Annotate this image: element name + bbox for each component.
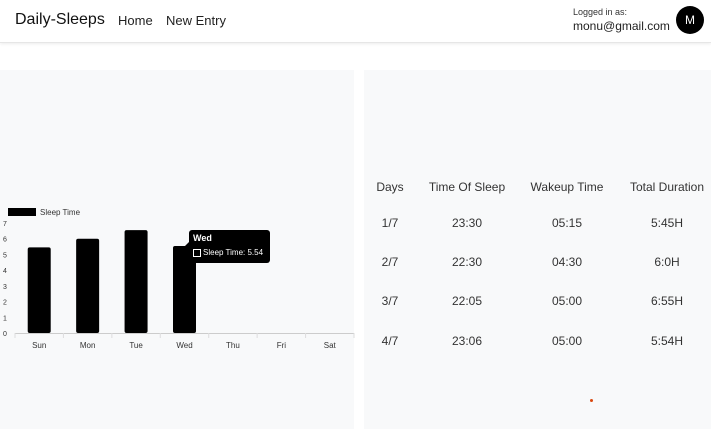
loading-dot [590,399,593,402]
bar-tue [124,230,148,333]
x-tick-label: Sun [32,341,46,350]
tooltip-caret [185,242,189,250]
table-cell: 6:0H [654,255,680,269]
table-header-cell: Total Duration [629,180,705,194]
bar-sun [27,247,51,333]
y-tick-label: 1 [3,315,7,322]
sleep-bar-chart: Sleep Time01234567Sun Mon Tue Wed Thu Fri Sat [3,208,355,350]
x-tick-label: Wed [176,341,192,350]
chart-tooltip: Wed Sleep Time: 5.54 [185,230,270,263]
x-tick-label: Tue [129,341,143,350]
bar-mon [76,238,100,333]
legend-swatch [8,208,36,216]
y-tick-label: 5 [3,252,7,259]
table-cell: 6:55H [650,294,684,308]
table-cell: 5:54H [650,334,684,348]
tooltip-label: Sleep Time: 5.54 [203,248,264,257]
x-tick-label: Fri [277,341,287,350]
y-tick-label: 0 [3,331,7,338]
x-tick-label: Mon [80,341,96,350]
y-tick-label: 7 [3,221,7,228]
y-tick-label: 3 [3,284,7,291]
y-tick-label: 4 [3,268,7,275]
tooltip-swatch [193,249,201,257]
x-tick-label: Thu [226,341,240,350]
y-tick-label: 6 [3,237,7,244]
tooltip-title: Wed [193,233,212,243]
table-cell: 5:45H [650,216,684,230]
legend-label: Sleep Time [40,208,81,217]
y-tick-label: 2 [3,300,7,307]
